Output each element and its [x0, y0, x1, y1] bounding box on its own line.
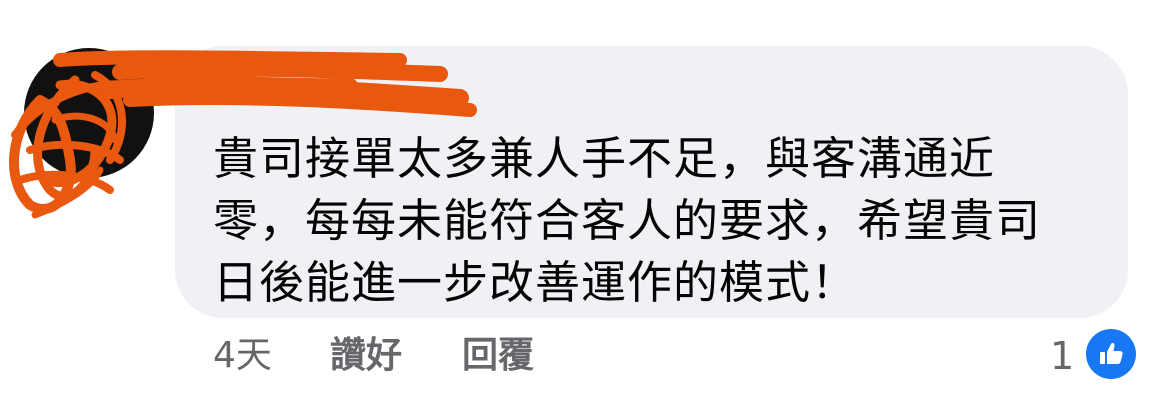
comment-line: 貴司接單太多兼人手不足，與客溝通近: [213, 132, 996, 185]
comment-line: 零，每每未能符合客人的要求，希望貴司: [213, 194, 1042, 247]
thumbs-up-icon[interactable]: [1086, 329, 1136, 379]
reaction-count[interactable]: 1: [1050, 334, 1074, 378]
comment-container: 貴司接單太多兼人手不足，與客溝通近 零，每每未能符合客人的要求，希望貴司 日後能…: [0, 0, 1170, 403]
comment-timestamp[interactable]: 4天: [213, 334, 272, 378]
thumbs-up-glyph: [1100, 342, 1123, 364]
avatar[interactable]: [24, 48, 154, 178]
comment-line: 日後能進一步改善運作的模式！: [213, 256, 858, 309]
like-button[interactable]: 讚好: [330, 334, 402, 378]
reply-button[interactable]: 回覆: [462, 334, 534, 378]
comment-text: 貴司接單太多兼人手不足，與客溝通近 零，每每未能符合客人的要求，希望貴司 日後能…: [213, 128, 1073, 314]
